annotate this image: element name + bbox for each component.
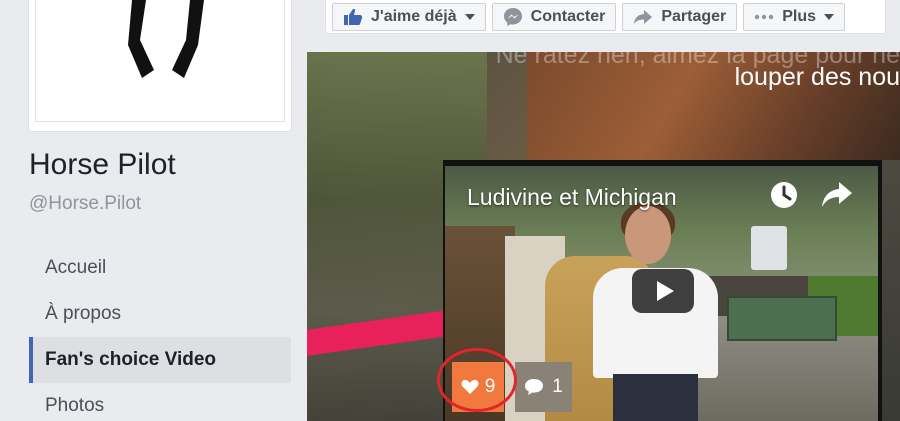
contact-button[interactable]: Contacter [491,2,617,31]
video-scene-rider [588,202,723,421]
share-button[interactable]: Partager [622,2,738,31]
contact-label: Contacter [530,7,606,25]
comment-count: 1 [552,376,563,397]
left-column: Horse Pilot @Horse.Pilot Accueil À propo… [0,0,307,421]
play-button[interactable] [632,269,694,313]
more-dots-icon [754,14,774,20]
cover-overlay-line1: Ne ratez rien, aimez la page pour ne [495,52,900,69]
video-scene-face [625,206,671,264]
next-video-edge[interactable] [880,160,900,421]
page-handle: @Horse.Pilot [29,193,142,214]
comment-bubble-icon [524,378,544,396]
share-icon [633,9,653,25]
profile-picture [35,0,285,122]
comment-count-badge[interactable]: 1 [515,362,572,412]
thumbs-up-icon [343,8,363,26]
watch-later-clock-icon[interactable] [769,180,799,215]
like-page-button[interactable]: J'aime déjà [332,2,486,31]
like-page-label: J'aime déjà [371,7,457,25]
video-scene-pants [613,374,698,421]
horse-pilot-logo-icon [128,0,204,78]
video-scene-cart [727,296,837,341]
page-action-bar: J'aime déjà Contacter Partager Plus [325,0,886,34]
more-button[interactable]: Plus [743,2,846,31]
more-label: Plus [782,7,817,25]
nav-item-a-propos[interactable]: À propos [29,291,291,337]
messenger-icon [503,7,523,27]
cover-overlay-text: Ne ratez rien, aimez la page pour ne lou… [496,52,900,92]
profile-picture-card[interactable] [28,0,292,132]
highlight-annotation-circle [437,348,517,412]
page-nav: Accueil À propos Fan's choice Video Phot… [29,245,291,421]
nav-item-photos[interactable]: Photos [29,383,291,421]
nav-item-accueil[interactable]: Accueil [29,245,291,291]
share-label: Partager [661,7,727,25]
chevron-down-icon [824,13,835,20]
chevron-down-icon [464,13,475,20]
video-title[interactable]: Ludivine et Michigan [467,184,677,211]
share-arrow-icon[interactable] [821,180,853,213]
nav-item-fans-choice-video[interactable]: Fan's choice Video [29,337,291,383]
video-scene-van [751,226,787,270]
play-icon [656,281,674,301]
page-title: Horse Pilot [29,148,176,181]
